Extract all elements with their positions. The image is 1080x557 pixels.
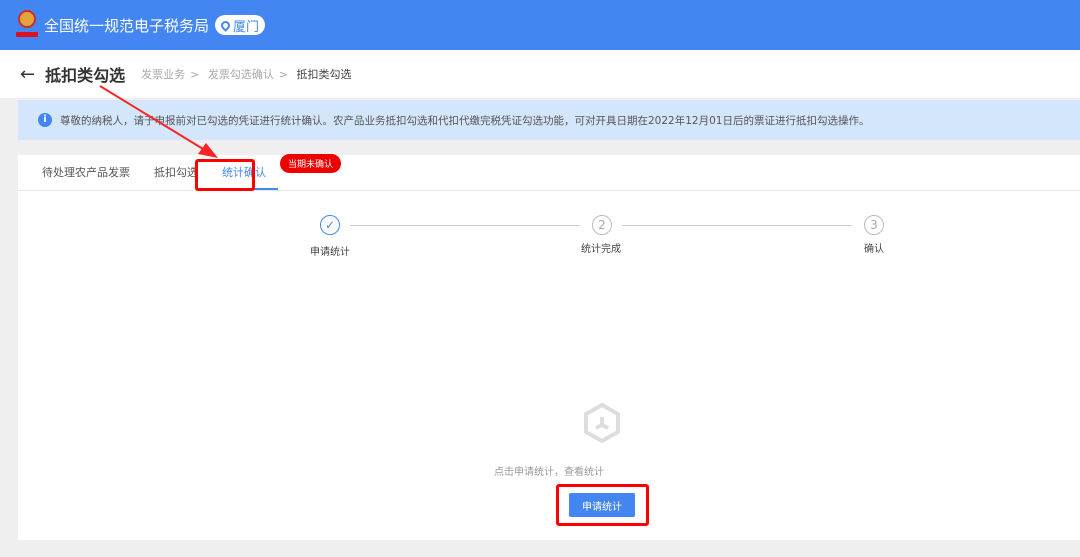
annotation-arrow — [99, 85, 218, 158]
